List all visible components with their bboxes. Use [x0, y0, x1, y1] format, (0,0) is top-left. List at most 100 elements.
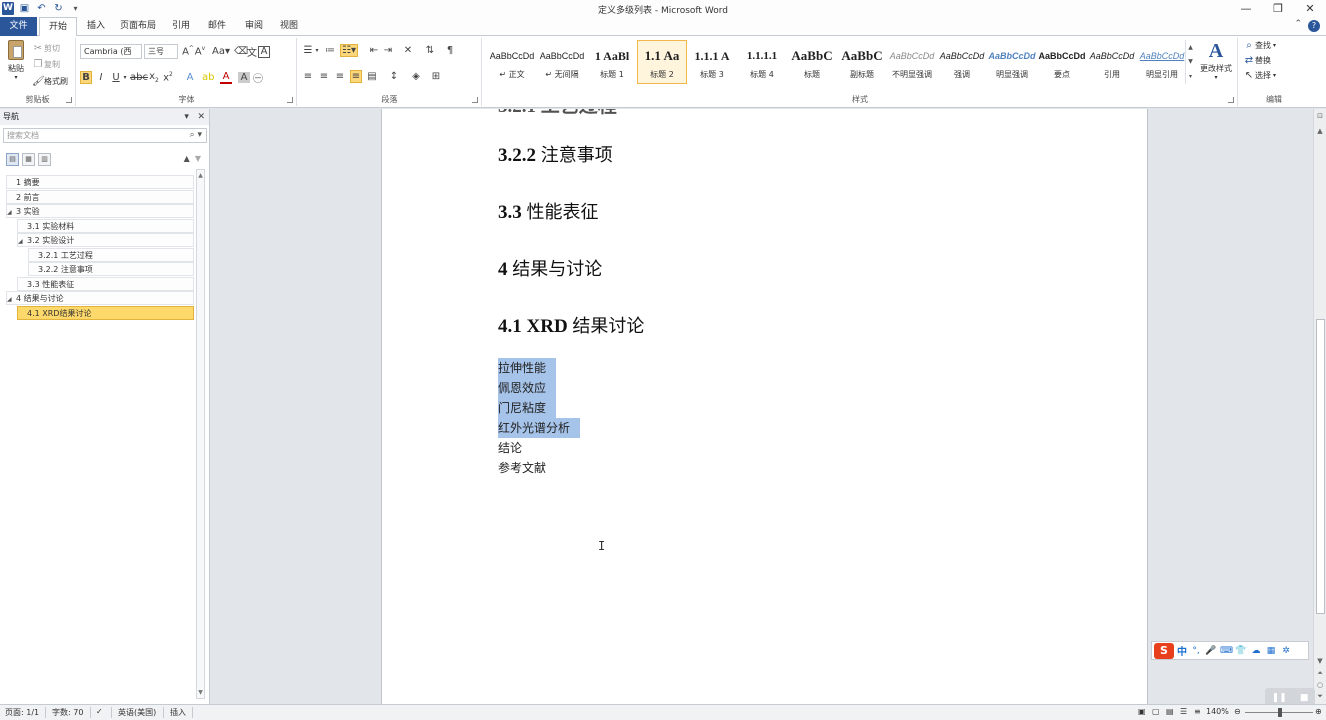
gallery-more-icon[interactable]: ▾: [1189, 73, 1192, 80]
font-launcher-icon[interactable]: [287, 97, 293, 103]
font-size-dropdown[interactable]: 三号: [144, 44, 178, 59]
subscript-icon[interactable]: x2: [148, 71, 160, 84]
nav-heading-item[interactable]: ◢ 4 结果与讨论: [6, 291, 194, 305]
restore-button[interactable]: ❐: [1262, 0, 1294, 17]
grow-font-icon[interactable]: A^: [182, 45, 194, 57]
browse-object-icon[interactable]: ○: [1314, 681, 1326, 689]
print-layout-icon[interactable]: ▣: [1138, 707, 1146, 716]
next-heading-icon[interactable]: ▼: [195, 154, 201, 163]
justify-icon[interactable]: ≡: [350, 70, 362, 83]
nav-heading-item[interactable]: 4.1 XRD结果讨论: [17, 305, 194, 320]
cloud-icon[interactable]: ☁: [1250, 646, 1262, 656]
ime-language[interactable]: 中: [1177, 643, 1187, 658]
show-marks-icon[interactable]: ¶: [444, 45, 456, 56]
scroll-down-icon[interactable]: ▼: [1314, 657, 1326, 665]
stop-icon[interactable]: ■: [1300, 693, 1309, 703]
enclose-characters-icon[interactable]: ㊀: [252, 70, 264, 85]
gallery-up-icon[interactable]: ▲: [1188, 44, 1193, 51]
style-title[interactable]: AaBbC 标题: [787, 40, 837, 84]
browse-results-icon[interactable]: ▥: [38, 153, 51, 166]
style-quote[interactable]: AaBbCcDd 引用: [1087, 40, 1137, 84]
chinese-layout-icon[interactable]: ✕: [402, 45, 414, 56]
clipboard-launcher-icon[interactable]: [66, 97, 72, 103]
font-name-dropdown[interactable]: Cambria (西: [80, 44, 142, 59]
keyboard-icon[interactable]: ⌨: [1220, 646, 1233, 656]
previous-heading-icon[interactable]: ▲: [184, 154, 190, 163]
nav-heading-item[interactable]: 3.2.1 工艺过程: [28, 247, 194, 262]
replace-button[interactable]: ⇄ 替换: [1243, 55, 1271, 66]
style-subtitle[interactable]: AaBbC 副标题: [837, 40, 887, 84]
collapse-triangle-icon[interactable]: ◢: [7, 206, 14, 219]
text-effects-icon[interactable]: A: [184, 72, 196, 83]
browse-headings-icon[interactable]: ▤: [6, 153, 19, 166]
heading-3-2-2[interactable]: 3.2.2 注意事项: [498, 141, 613, 167]
paragraph-launcher-icon[interactable]: [472, 97, 478, 103]
close-button[interactable]: ✕: [1294, 0, 1326, 17]
sort-icon[interactable]: ⇅: [424, 45, 436, 56]
nav-pane-menu-icon[interactable]: ▾: [184, 112, 189, 122]
align-left-icon[interactable]: ≡: [302, 71, 314, 82]
minimize-ribbon-icon[interactable]: ⌃: [1294, 19, 1302, 29]
borders-icon[interactable]: ⊞: [430, 71, 442, 82]
sogou-logo-icon[interactable]: S: [1154, 642, 1174, 659]
tab-home[interactable]: 开始: [39, 17, 77, 37]
nav-heading-item[interactable]: ◢ 3.2 实验设计: [17, 233, 194, 247]
nav-heading-item[interactable]: 3.1 实验材料: [17, 218, 194, 233]
styles-launcher-icon[interactable]: [1228, 97, 1234, 103]
style-intense-emphasis[interactable]: AaBbCcDd 明显强调: [987, 40, 1037, 84]
style-heading-4[interactable]: 1.1.1.1 标题 4: [737, 40, 787, 84]
selected-text-line[interactable]: 拉伸性能: [498, 358, 557, 378]
full-screen-reading-icon[interactable]: ▢: [1152, 707, 1160, 716]
text-line[interactable]: 参考文献: [498, 458, 546, 478]
style-normal[interactable]: AaBbCcDd ↵ 正文: [487, 40, 537, 84]
gallery-down-icon[interactable]: ▼: [1188, 58, 1193, 65]
style-heading-3[interactable]: 1.1.1 A 标题 3: [687, 40, 737, 84]
collapse-triangle-icon[interactable]: ◢: [7, 293, 14, 306]
clear-format-icon[interactable]: ⌫: [234, 46, 248, 57]
previous-page-icon[interactable]: ⏶: [1314, 669, 1326, 678]
find-button[interactable]: ⌕ 查找 ▾: [1243, 40, 1276, 51]
scroll-thumb[interactable]: [1316, 319, 1325, 614]
font-color-icon[interactable]: A: [220, 71, 232, 84]
help-icon[interactable]: ?: [1308, 20, 1320, 32]
collapse-triangle-icon[interactable]: ◢: [18, 235, 25, 248]
shrink-font-icon[interactable]: Av: [194, 45, 206, 57]
character-border-icon[interactable]: A: [258, 45, 270, 58]
decrease-indent-icon[interactable]: ⇤: [368, 45, 380, 56]
bullets-dropdown-icon[interactable]: ▾: [314, 47, 320, 54]
heading-3-3[interactable]: 3.3 性能表征: [498, 198, 599, 224]
shading-icon[interactable]: ◈: [410, 71, 422, 82]
increase-indent-icon[interactable]: ⇥: [382, 45, 394, 56]
style-emphasis[interactable]: AaBbCcDd 强调: [937, 40, 987, 84]
nav-scrollbar[interactable]: ▲ ▼: [196, 169, 205, 699]
pause-icon[interactable]: ❚❚: [1272, 693, 1287, 703]
select-button[interactable]: ↖ 选择 ▾: [1243, 70, 1276, 81]
cut-button[interactable]: ✂ 剪切: [32, 43, 60, 54]
nav-search-input[interactable]: 搜索文档 ⌕ ▾: [3, 128, 207, 143]
gallery-scroll[interactable]: ▲ ▼ ▾: [1185, 40, 1195, 84]
underline-dropdown-icon[interactable]: ▾: [122, 74, 128, 81]
highlight-icon[interactable]: ab: [202, 72, 214, 83]
tab-references[interactable]: 引用: [167, 17, 195, 36]
tab-page-layout[interactable]: 页面布局: [116, 17, 160, 36]
underline-icon[interactable]: U: [110, 72, 122, 83]
change-case-icon[interactable]: Aa▾: [212, 46, 230, 57]
zoom-out-icon[interactable]: ⊖: [1234, 707, 1241, 716]
selected-text-line[interactable]: 红外光谱分析: [498, 418, 581, 438]
tab-insert[interactable]: 插入: [82, 17, 110, 36]
align-right-icon[interactable]: ≡: [334, 71, 346, 82]
nav-pane-close-icon[interactable]: ✕: [197, 112, 205, 122]
insert-mode[interactable]: 插入: [170, 707, 186, 718]
minimize-button[interactable]: —: [1230, 0, 1262, 17]
tab-mailings[interactable]: 邮件: [203, 17, 231, 36]
zoom-level[interactable]: 140%: [1206, 707, 1229, 716]
phonetic-guide-icon[interactable]: 文: [246, 44, 258, 59]
tab-view[interactable]: 视图: [275, 17, 303, 36]
style-intense-quote[interactable]: AaBbCcDd 明显引用: [1137, 40, 1187, 84]
zoom-in-icon[interactable]: ⊕: [1315, 707, 1322, 716]
style-subtle-emphasis[interactable]: AaBbCcDd 不明显强调: [887, 40, 937, 84]
nav-heading-item[interactable]: 3.3 性能表征: [17, 276, 194, 291]
browse-pages-icon[interactable]: ▦: [22, 153, 35, 166]
align-center-icon[interactable]: ≡: [318, 71, 330, 82]
nav-heading-item[interactable]: 1 摘要: [6, 175, 194, 189]
